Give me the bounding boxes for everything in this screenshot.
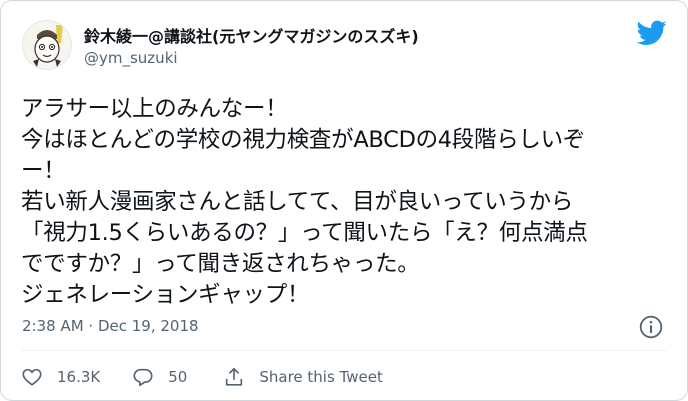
- tweet-line: ー！: [21, 158, 66, 184]
- author-avatar[interactable]: [22, 20, 72, 70]
- tweet-line: アラサー以上のみんなー！: [21, 96, 288, 122]
- author-handle[interactable]: @ym_suzuki: [84, 49, 178, 67]
- divider: [21, 350, 667, 351]
- tweet-timestamp[interactable]: 2:38 AM · Dec 19, 2018: [22, 317, 199, 335]
- share-icon: [226, 367, 243, 386]
- tweet-line: 「視力1.5くらいあるの？」って聞いたら「え？何点満点: [21, 220, 588, 246]
- avatar-illustration-icon: [23, 21, 71, 69]
- reply-count: 50: [168, 368, 188, 386]
- info-icon[interactable]: [638, 314, 664, 340]
- twitter-bird-icon[interactable]: [637, 20, 667, 46]
- tweet-line: ジェネレーションギャップ！: [21, 282, 310, 308]
- like-button[interactable]: 16.3K: [21, 366, 100, 388]
- action-bar: 16.3K 50 Share this Tweet: [21, 363, 383, 391]
- tweet-line: 今はほとんどの学校の視力検査がABCDの4段階らしいぞ: [21, 127, 586, 153]
- heart-icon: [22, 368, 42, 386]
- like-count: 16.3K: [57, 368, 101, 386]
- tweet-text: アラサー以上のみんなー！ 今はほとんどの学校の視力検査がABCDの4段階らしいぞ…: [21, 94, 671, 311]
- author-display-name[interactable]: 鈴木綾一@講談社(元ヤングマガジンのスズキ): [84, 23, 419, 47]
- tweet-line: でですか？」って聞き返されちゃった。: [21, 251, 420, 277]
- reply-button[interactable]: 50: [132, 366, 187, 388]
- tweet-card[interactable]: 鈴木綾一@講談社(元ヤングマガジンのスズキ) @ym_suzuki アラサー以上…: [0, 0, 688, 401]
- share-label: Share this Tweet: [259, 368, 383, 386]
- reply-bubble-icon: [133, 368, 153, 387]
- tweet-line: 若い新人漫画家さんと話してて、目が良いっていうから: [21, 189, 574, 215]
- share-button[interactable]: Share this Tweet: [223, 366, 383, 388]
